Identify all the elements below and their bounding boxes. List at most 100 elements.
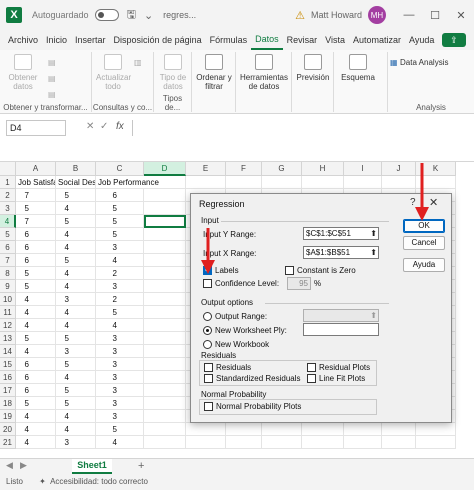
- tab-vista[interactable]: Vista: [321, 30, 349, 50]
- sheet-tab-sheet1[interactable]: Sheet1: [72, 459, 112, 474]
- cell-d6[interactable]: [144, 241, 186, 254]
- herramientas-datos-button[interactable]: Herramientas de datos: [238, 54, 290, 91]
- cell-c11[interactable]: 5: [96, 306, 144, 319]
- cell-d12[interactable]: [144, 319, 186, 332]
- name-box[interactable]: D4: [6, 120, 66, 136]
- cell-b18[interactable]: 5: [56, 397, 96, 410]
- cell-c7[interactable]: 4: [96, 254, 144, 267]
- tab-inicio[interactable]: Inicio: [42, 30, 71, 50]
- cell-d3[interactable]: [144, 202, 186, 215]
- row-header-8[interactable]: 8: [0, 267, 16, 280]
- cell-b12[interactable]: 4: [56, 319, 96, 332]
- cell-b8[interactable]: 4: [56, 267, 96, 280]
- cell-a11[interactable]: 4: [16, 306, 56, 319]
- cell-c20[interactable]: 5: [96, 423, 144, 436]
- cell-c6[interactable]: 3: [96, 241, 144, 254]
- select-all-corner[interactable]: [0, 162, 16, 176]
- cell-i21[interactable]: [344, 436, 382, 449]
- cell-c19[interactable]: 3: [96, 410, 144, 423]
- row-header-7[interactable]: 7: [0, 254, 16, 267]
- column-header-f[interactable]: F: [226, 162, 262, 176]
- cell-d17[interactable]: [144, 384, 186, 397]
- residuals-label[interactable]: Residuals: [216, 363, 251, 372]
- cell-c14[interactable]: 3: [96, 345, 144, 358]
- cell-b15[interactable]: 5: [56, 358, 96, 371]
- cell-a15[interactable]: 6: [16, 358, 56, 371]
- queries-icon[interactable]: ▥: [134, 58, 142, 67]
- save-icon[interactable]: 🖫: [127, 6, 136, 25]
- new-ply-radio[interactable]: [203, 326, 212, 335]
- cell-b1[interactable]: Social Des: [56, 176, 96, 189]
- cell-c2[interactable]: 6: [96, 189, 144, 202]
- cell-b10[interactable]: 3: [56, 293, 96, 306]
- cell-b20[interactable]: 4: [56, 423, 96, 436]
- cell-c5[interactable]: 5: [96, 228, 144, 241]
- formula-input[interactable]: [132, 120, 468, 136]
- cell-d13[interactable]: [144, 332, 186, 345]
- cell-d14[interactable]: [144, 345, 186, 358]
- tab-revisar[interactable]: Revisar: [283, 30, 322, 50]
- prevision-button[interactable]: Previsión: [294, 54, 332, 82]
- cell-a9[interactable]: 5: [16, 280, 56, 293]
- column-header-e[interactable]: E: [186, 162, 226, 176]
- collapse-ref-icon[interactable]: ⬆: [370, 247, 377, 258]
- cell-d8[interactable]: [144, 267, 186, 280]
- sheet-next-icon[interactable]: ▶: [20, 460, 27, 471]
- cell-c8[interactable]: 2: [96, 267, 144, 280]
- cell-c17[interactable]: 3: [96, 384, 144, 397]
- cell-d4[interactable]: [144, 215, 186, 228]
- line-fit-plots-checkbox[interactable]: [307, 374, 316, 383]
- cell-i20[interactable]: [344, 423, 382, 436]
- add-sheet-button[interactable]: +: [138, 460, 144, 472]
- collapse-ref-icon[interactable]: ⬆: [370, 310, 377, 321]
- fx-icon[interactable]: fx: [116, 121, 124, 132]
- cell-d5[interactable]: [144, 228, 186, 241]
- cell-b9[interactable]: 4: [56, 280, 96, 293]
- close-button[interactable]: ✕: [448, 9, 474, 22]
- input-y-field[interactable]: $C$1:$C$51 ⬆: [303, 227, 379, 240]
- cell-c15[interactable]: 3: [96, 358, 144, 371]
- input-x-field[interactable]: $A$1:$B$51 ⬆: [303, 246, 379, 259]
- cell-a21[interactable]: 4: [16, 436, 56, 449]
- cell-h20[interactable]: [302, 423, 344, 436]
- status-accessibility[interactable]: Accesibilidad: todo correcto: [50, 477, 148, 486]
- line-fit-plots-label[interactable]: Line Fit Plots: [319, 374, 365, 383]
- web-icon[interactable]: ▤: [48, 74, 56, 83]
- cell-d15[interactable]: [144, 358, 186, 371]
- new-ply-field[interactable]: [303, 323, 379, 336]
- cell-b14[interactable]: 3: [56, 345, 96, 358]
- row-header-2[interactable]: 2: [0, 189, 16, 202]
- cell-j21[interactable]: [382, 436, 416, 449]
- row-header-13[interactable]: 13: [0, 332, 16, 345]
- cell-b21[interactable]: 3: [56, 436, 96, 449]
- column-header-h[interactable]: H: [302, 162, 344, 176]
- row-header-18[interactable]: 18: [0, 397, 16, 410]
- user-name[interactable]: Matt Howard: [311, 10, 362, 20]
- residuals-checkbox[interactable]: [204, 363, 213, 372]
- cell-d19[interactable]: [144, 410, 186, 423]
- cell-g20[interactable]: [262, 423, 302, 436]
- cell-b19[interactable]: 4: [56, 410, 96, 423]
- cell-k21[interactable]: [416, 436, 456, 449]
- cell-d20[interactable]: [144, 423, 186, 436]
- confidence-checkbox[interactable]: [203, 279, 212, 288]
- cell-c18[interactable]: 3: [96, 397, 144, 410]
- residual-plots-checkbox[interactable]: [307, 363, 316, 372]
- row-header-14[interactable]: 14: [0, 345, 16, 358]
- column-header-j[interactable]: J: [382, 162, 416, 176]
- cell-c21[interactable]: 4: [96, 436, 144, 449]
- row-header-19[interactable]: 19: [0, 410, 16, 423]
- constant-zero-checkbox[interactable]: [285, 266, 294, 275]
- cell-e1[interactable]: [186, 176, 226, 189]
- row-header-17[interactable]: 17: [0, 384, 16, 397]
- column-header-d[interactable]: D: [144, 162, 186, 176]
- tab-automatizar[interactable]: Automatizar: [349, 30, 405, 50]
- cell-f21[interactable]: [226, 436, 262, 449]
- row-header-12[interactable]: 12: [0, 319, 16, 332]
- cell-a3[interactable]: 5: [16, 202, 56, 215]
- row-header-20[interactable]: 20: [0, 423, 16, 436]
- import-icon[interactable]: ▤: [48, 58, 56, 67]
- cell-d7[interactable]: [144, 254, 186, 267]
- constant-zero-label[interactable]: Constant is Zero: [297, 266, 356, 275]
- esquema-button[interactable]: Esquema: [338, 54, 378, 82]
